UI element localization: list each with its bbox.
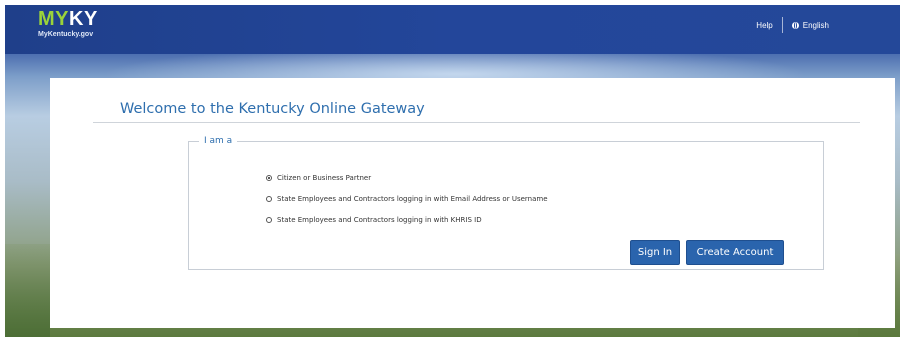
- title-divider: [93, 122, 860, 123]
- top-navbar: MYKY MyKentucky.gov Help English: [5, 5, 900, 54]
- logo-ky-text: KY: [69, 8, 98, 30]
- sign-in-button[interactable]: Sign In: [630, 240, 680, 265]
- globe-icon: [791, 21, 799, 29]
- option-citizen[interactable]: Citizen or Business Partner: [266, 174, 371, 182]
- radio-button[interactable]: [266, 217, 272, 223]
- user-type-fieldset: I am a Citizen or Business Partner State…: [188, 136, 824, 270]
- header-links: Help English: [756, 17, 829, 33]
- create-account-button[interactable]: Create Account: [686, 240, 784, 265]
- radio-button[interactable]: [266, 196, 272, 202]
- option-state-employee-khris[interactable]: State Employees and Contractors logging …: [266, 216, 482, 224]
- logo-wordmark: MYKY: [38, 9, 98, 29]
- background-scenery-left: [5, 244, 50, 337]
- language-selector[interactable]: English: [791, 20, 829, 30]
- logo-my-text: MY: [38, 8, 69, 30]
- option-label: State Employees and Contractors logging …: [277, 195, 548, 203]
- page-title: Welcome to the Kentucky Online Gateway: [120, 101, 425, 117]
- logo-subtitle: MyKentucky.gov: [38, 31, 94, 38]
- option-state-employee-email[interactable]: State Employees and Contractors logging …: [266, 195, 548, 203]
- radio-button-selected[interactable]: [266, 175, 272, 181]
- login-card: Welcome to the Kentucky Online Gateway I…: [50, 78, 895, 328]
- header-divider: [781, 17, 783, 33]
- fieldset-legend: I am a: [204, 136, 233, 146]
- option-label: Citizen or Business Partner: [277, 174, 372, 182]
- language-label: English: [802, 20, 829, 30]
- help-link[interactable]: Help: [756, 21, 772, 30]
- myky-logo[interactable]: MYKY MyKentucky.gov: [38, 9, 98, 38]
- option-label: State Employees and Contractors logging …: [277, 216, 482, 224]
